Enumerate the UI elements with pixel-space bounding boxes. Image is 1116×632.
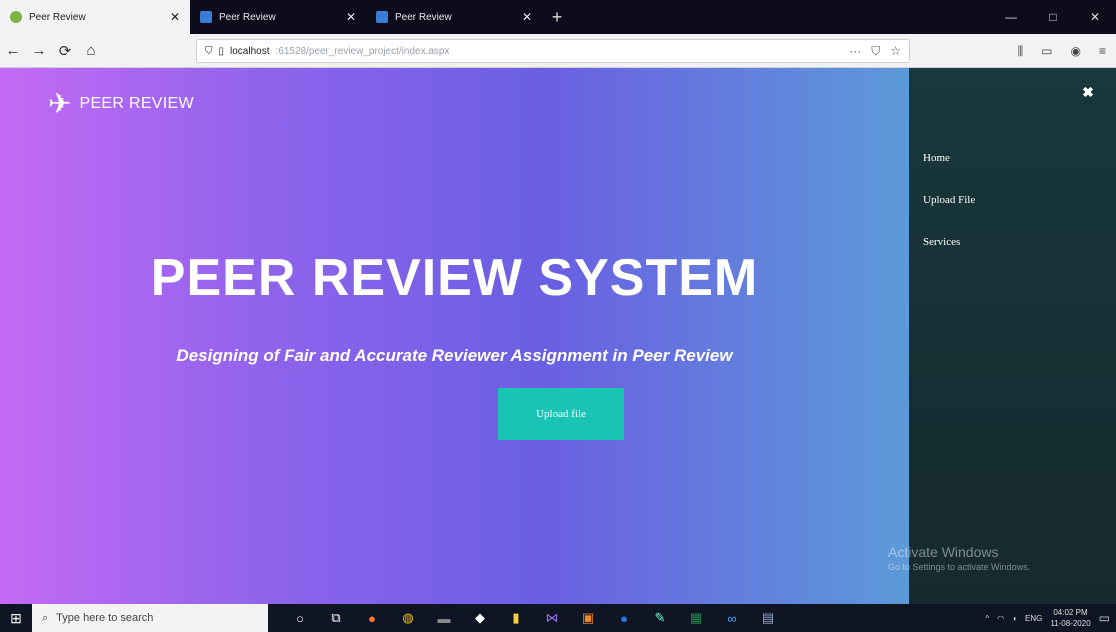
watermark-line-1: Activate Windows xyxy=(888,544,999,560)
side-menu-list: Home Upload File Services xyxy=(923,152,975,248)
notifications-icon[interactable]: ▭ xyxy=(1099,611,1110,625)
clock-date: 11-08-2020 xyxy=(1050,619,1091,628)
excel-icon[interactable]: ▦ xyxy=(678,604,714,632)
network-icon[interactable]: ◠ xyxy=(997,614,1004,623)
address-bar[interactable]: ⛉ ▯ localhost :61528/peer_review_project/… xyxy=(196,39,910,63)
notepad-icon[interactable]: ▤ xyxy=(750,604,786,632)
sidebar-item-services[interactable]: Services xyxy=(923,236,975,248)
url-host: localhost xyxy=(230,45,270,57)
close-tab-icon[interactable]: ✕ xyxy=(522,10,532,24)
system-tray: ^ ◠ ◖ ENG 04:02 PM 11-08-2020 ▭ xyxy=(985,607,1116,629)
tray-chevron-icon[interactable]: ^ xyxy=(985,614,989,623)
browser-nav-bar: ← → ⟳ ⌂ ⛉ ▯ localhost :61528/peer_review_… xyxy=(0,34,1116,68)
hamburger-menu-icon[interactable]: ≡ xyxy=(1099,44,1106,58)
clock[interactable]: 04:02 PM 11-08-2020 xyxy=(1050,607,1090,629)
sidebar-toggle-icon[interactable]: ▭ xyxy=(1041,44,1052,58)
favicon-icon xyxy=(200,11,212,23)
airplane-icon: ✈ xyxy=(48,88,72,119)
shield-icon: ⛉ xyxy=(205,45,213,57)
favicon-icon xyxy=(10,11,22,23)
sticky-notes-icon[interactable]: ▮ xyxy=(498,604,534,632)
new-tab-button[interactable]: + xyxy=(542,0,572,34)
site-logo[interactable]: ✈ PEER REVIEW xyxy=(48,90,194,118)
language-indicator[interactable]: ENG xyxy=(1025,614,1042,623)
tab-label: Peer Review xyxy=(395,11,452,23)
windows-taskbar: ⊞ ⌕ Type here to search ○ ⧉ ● ◍ ▬ ◆ ▮ ⋈ … xyxy=(0,604,1116,632)
paint-icon[interactable]: ✎ xyxy=(642,604,678,632)
bookmark-star-icon[interactable]: ☆ xyxy=(890,44,901,59)
task-view-icon[interactable]: ⧉ xyxy=(318,604,354,632)
account-icon[interactable]: ◉ xyxy=(1071,44,1081,58)
brand-name: PEER REVIEW xyxy=(79,95,194,112)
tab-peer-review-3[interactable]: Peer Review ✕ xyxy=(366,0,542,34)
window-controls: — □ ✕ xyxy=(990,0,1116,34)
taskbar-search[interactable]: ⌕ Type here to search xyxy=(32,604,268,632)
page-subtitle: Designing of Fair and Accurate Reviewer … xyxy=(176,346,733,365)
clock-time: 04:02 PM xyxy=(1053,608,1088,617)
sidebar-item-upload-file[interactable]: Upload File xyxy=(923,194,975,206)
library-icon[interactable]: ⫼ xyxy=(1018,44,1024,59)
chrome-icon[interactable]: ◍ xyxy=(390,604,426,632)
reload-button[interactable]: ⟳ xyxy=(52,38,78,64)
visual-studio-icon[interactable]: ⋈ xyxy=(534,604,570,632)
address-actions: ··· ⛉ ☆ xyxy=(849,44,909,59)
tab-label: Peer Review xyxy=(219,11,276,23)
start-button[interactable]: ⊞ xyxy=(0,604,32,632)
tab-peer-review-2[interactable]: Peer Review ✕ xyxy=(190,0,366,34)
close-tab-icon[interactable]: ✕ xyxy=(170,10,180,24)
upload-file-button[interactable]: Upload file xyxy=(498,388,624,440)
close-window-button[interactable]: ✕ xyxy=(1074,0,1116,34)
minimize-button[interactable]: — xyxy=(990,0,1032,34)
app-icon-orange[interactable]: ▣ xyxy=(570,604,606,632)
firefox-icon[interactable]: ● xyxy=(354,604,390,632)
taskbar-apps: ○ ⧉ ● ◍ ▬ ◆ ▮ ⋈ ▣ ● ✎ ▦ ∞ ▤ xyxy=(282,604,786,632)
volume-icon[interactable]: ◖ xyxy=(1012,614,1017,623)
close-menu-button[interactable]: ✖ xyxy=(1076,80,1100,104)
maximize-button[interactable]: □ xyxy=(1032,0,1074,34)
store-icon[interactable]: ◆ xyxy=(462,604,498,632)
activate-windows-watermark: Activate Windows Go to Settings to activ… xyxy=(888,544,1030,572)
app-icon-infinity[interactable]: ∞ xyxy=(714,604,750,632)
page-icon: ▯ xyxy=(218,45,225,57)
side-menu: ✖ Home Upload File Services xyxy=(909,68,1116,604)
hero-section: ✈ PEER REVIEW PEER REVIEW SYSTEM Designi… xyxy=(0,68,909,604)
close-tab-icon[interactable]: ✕ xyxy=(346,10,356,24)
toolbar-right: ⫼ ▭ ◉ ≡ xyxy=(1018,34,1116,68)
page-title: PEER REVIEW SYSTEM xyxy=(150,249,759,307)
search-icon: ⌕ xyxy=(42,611,49,624)
back-button[interactable]: ← xyxy=(0,38,26,64)
app-icon-blue[interactable]: ● xyxy=(606,604,642,632)
tab-peer-review-1[interactable]: Peer Review ✕ xyxy=(0,0,190,34)
file-explorer-icon[interactable]: ▬ xyxy=(426,604,462,632)
watermark-line-2: Go to Settings to activate Windows. xyxy=(888,562,1031,572)
more-actions-icon[interactable]: ··· xyxy=(849,44,861,59)
tab-label: Peer Review xyxy=(29,11,86,23)
cortana-icon[interactable]: ○ xyxy=(282,604,318,632)
home-button[interactable]: ⌂ xyxy=(78,38,104,64)
pocket-icon[interactable]: ⛉ xyxy=(871,44,880,59)
sidebar-item-home[interactable]: Home xyxy=(923,152,975,164)
browser-tab-strip: Peer Review ✕ Peer Review ✕ Peer Review … xyxy=(0,0,1116,34)
search-placeholder: Type here to search xyxy=(56,612,154,624)
url-path: :61528/peer_review_project/index.aspx xyxy=(275,45,450,57)
forward-button[interactable]: → xyxy=(26,38,52,64)
favicon-icon xyxy=(376,11,388,23)
